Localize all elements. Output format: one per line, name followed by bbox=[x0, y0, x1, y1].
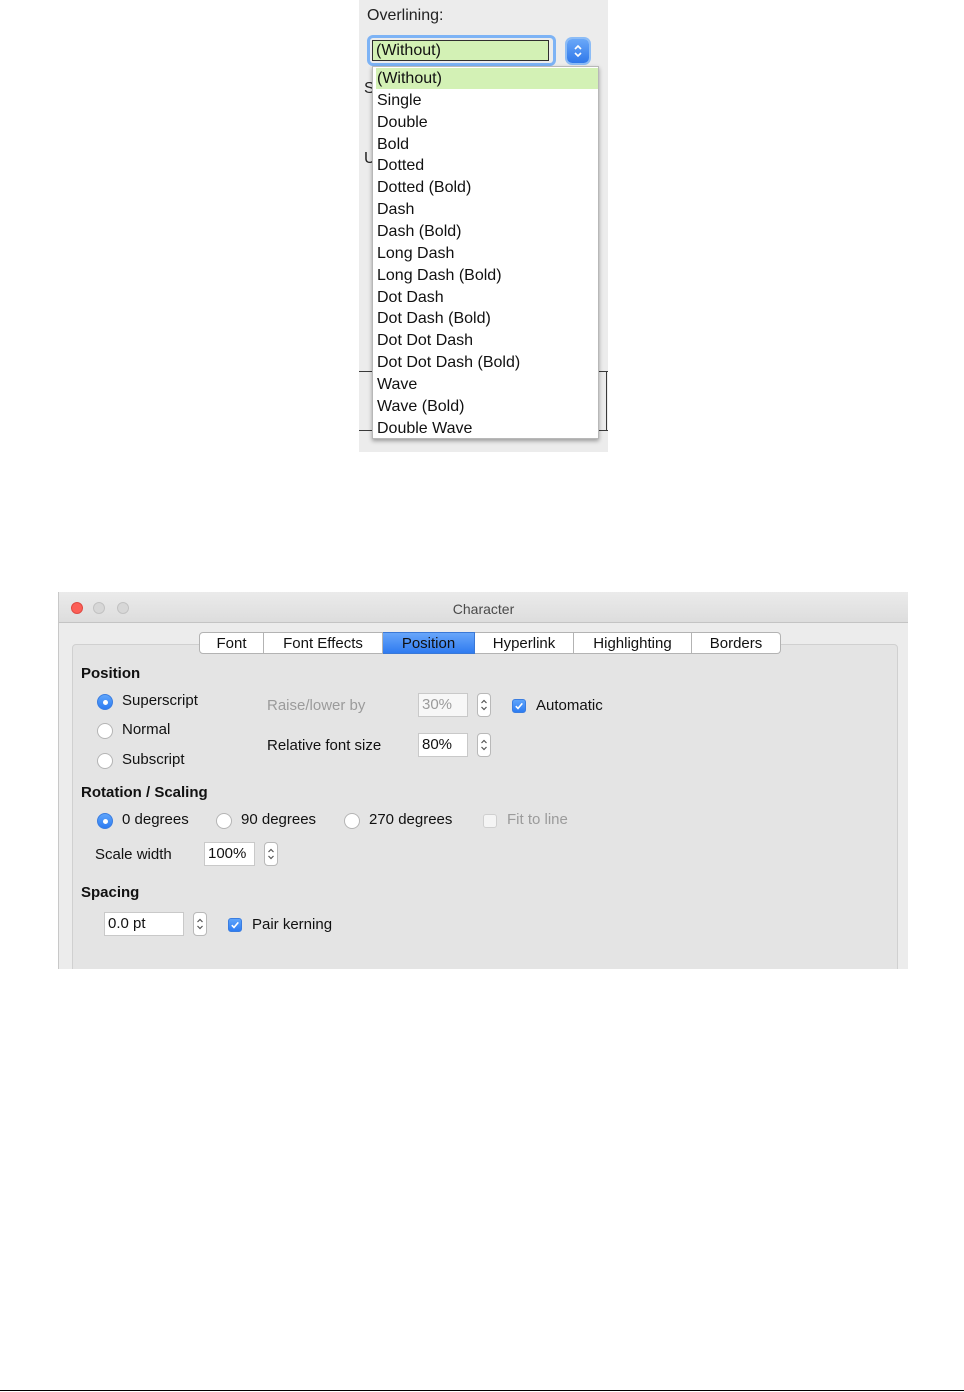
pair-kerning-label[interactable]: Pair kerning bbox=[252, 916, 332, 933]
overlining-option[interactable]: Dot Dot Dash bbox=[376, 330, 598, 351]
rotation-scaling-heading: Rotation / Scaling bbox=[81, 784, 208, 801]
normal-label[interactable]: Normal bbox=[122, 721, 170, 738]
raise-lower-label: Raise/lower by bbox=[267, 697, 366, 714]
overlining-option[interactable]: Dot Dash bbox=[376, 287, 598, 308]
spacing-stepper[interactable] bbox=[193, 912, 207, 936]
raise-lower-field[interactable]: 30% bbox=[418, 693, 468, 717]
fit-to-line-label[interactable]: Fit to line bbox=[507, 811, 568, 828]
tab-highlighting[interactable]: Highlighting bbox=[574, 632, 692, 654]
overlining-option[interactable]: Wave (Bold) bbox=[376, 396, 598, 417]
overlining-option[interactable]: Double bbox=[376, 112, 598, 133]
rotation-90-label[interactable]: 90 degrees bbox=[241, 811, 316, 828]
overlining-option[interactable]: Long Dash bbox=[376, 243, 598, 264]
tab-bar: Font Font Effects Position Hyperlink Hig… bbox=[199, 632, 781, 654]
rotation-90-radio[interactable] bbox=[216, 813, 232, 829]
overlining-option[interactable]: (Without) bbox=[376, 68, 598, 89]
rotation-0-label[interactable]: 0 degrees bbox=[122, 811, 189, 828]
automatic-checkbox[interactable] bbox=[512, 699, 526, 713]
overlining-option[interactable]: Bold bbox=[376, 134, 598, 155]
updown-chevron-icon bbox=[197, 918, 203, 930]
tab-position[interactable]: Position bbox=[383, 632, 475, 654]
relative-font-size-stepper[interactable] bbox=[477, 733, 491, 757]
fit-to-line-checkbox[interactable] bbox=[483, 814, 497, 828]
overlining-label: Overlining: bbox=[367, 7, 444, 24]
title-bar[interactable]: Character bbox=[59, 592, 908, 623]
window-title: Character bbox=[452, 601, 515, 617]
overlining-option[interactable]: Double Wave bbox=[376, 418, 598, 439]
overlining-option[interactable]: Dotted bbox=[376, 155, 598, 176]
scale-width-field[interactable]: 100% bbox=[204, 842, 255, 866]
rotation-270-label[interactable]: 270 degrees bbox=[369, 811, 452, 828]
normal-radio[interactable] bbox=[97, 723, 113, 739]
overlining-option[interactable]: Long Dash (Bold) bbox=[376, 265, 598, 286]
tab-font[interactable]: Font bbox=[199, 632, 264, 654]
updown-chevron-icon bbox=[574, 44, 582, 58]
spacing-field[interactable]: 0.0 pt bbox=[104, 912, 184, 936]
updown-chevron-icon bbox=[268, 848, 274, 860]
subscript-radio[interactable] bbox=[97, 753, 113, 769]
superscript-label[interactable]: Superscript bbox=[122, 692, 198, 709]
overlining-option[interactable]: Dash bbox=[376, 199, 598, 220]
spacing-heading: Spacing bbox=[81, 884, 140, 901]
background-divider bbox=[606, 371, 607, 431]
page-bottom-rule bbox=[0, 1390, 964, 1391]
updown-chevron-icon bbox=[481, 699, 487, 711]
pair-kerning-checkbox[interactable] bbox=[228, 918, 242, 932]
overlining-combobox-value[interactable]: (Without) bbox=[372, 40, 549, 61]
rotation-0-radio[interactable] bbox=[97, 813, 113, 829]
raise-lower-stepper[interactable] bbox=[477, 693, 491, 717]
checkmark-icon bbox=[231, 921, 239, 929]
tab-borders[interactable]: Borders bbox=[692, 632, 781, 654]
combobox-stepper-button[interactable] bbox=[567, 39, 589, 63]
overlining-option[interactable]: Single bbox=[376, 90, 598, 111]
scale-width-stepper[interactable] bbox=[264, 842, 278, 866]
overlining-option[interactable]: Dash (Bold) bbox=[376, 221, 598, 242]
relative-font-size-label: Relative font size bbox=[267, 737, 382, 754]
rotation-270-radio[interactable] bbox=[344, 813, 360, 829]
relative-font-size-field[interactable]: 80% bbox=[418, 733, 468, 757]
overlining-combobox[interactable]: (Without) bbox=[372, 39, 589, 63]
scale-width-label: Scale width bbox=[95, 846, 172, 863]
automatic-label[interactable]: Automatic bbox=[536, 697, 603, 714]
subscript-label[interactable]: Subscript bbox=[122, 751, 185, 768]
character-dialog: Character Font Font Effects Position Hyp… bbox=[58, 592, 908, 969]
tab-hyperlink[interactable]: Hyperlink bbox=[475, 632, 574, 654]
position-heading: Position bbox=[81, 665, 141, 682]
overlining-options-list[interactable]: (Without) Single Double Bold Dotted Dotted (B… bbox=[372, 66, 599, 439]
tab-font-effects[interactable]: Font Effects bbox=[264, 632, 383, 654]
overlining-option[interactable]: Wave bbox=[376, 374, 598, 395]
superscript-radio[interactable] bbox=[97, 694, 113, 710]
overlining-option[interactable]: Dotted (Bold) bbox=[376, 177, 598, 198]
checkmark-icon bbox=[515, 702, 523, 710]
updown-chevron-icon bbox=[481, 739, 487, 751]
overlining-screenshot: Overlining: (Without) S U (Without) Singl… bbox=[359, 0, 608, 452]
overlining-option[interactable]: Dot Dash (Bold) bbox=[376, 308, 598, 329]
overlining-option[interactable]: Dot Dot Dash (Bold) bbox=[376, 352, 598, 373]
